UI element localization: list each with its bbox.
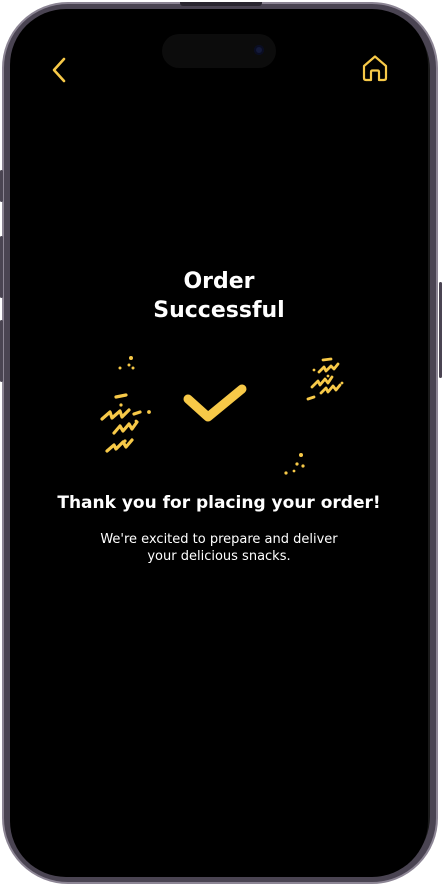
chevron-left-icon	[52, 57, 66, 83]
checkmark-icon	[183, 384, 247, 422]
home-button[interactable]	[360, 53, 390, 83]
confetti-right-icon	[306, 357, 344, 401]
success-checkmark-illustration	[100, 356, 344, 475]
title-line-2: Successful	[153, 298, 285, 323]
camera-icon	[254, 45, 264, 55]
confetti-top-icon	[118, 356, 135, 370]
volume-down-button	[0, 320, 3, 382]
back-button[interactable]	[47, 55, 71, 85]
delivery-message: We're excited to prepare and deliver you…	[10, 531, 428, 565]
thank-you-message: Thank you for placing your order!	[57, 493, 381, 513]
app-screen: Order Successful Thank you for placing y…	[10, 9, 428, 877]
action-button	[0, 170, 3, 202]
home-icon	[362, 55, 388, 82]
confetti-bottom-icon	[284, 453, 305, 475]
volume-up-button	[0, 236, 3, 298]
title-line-1: Order	[183, 269, 255, 294]
confetti-left-icon	[100, 393, 151, 453]
dynamic-island	[162, 34, 276, 68]
delivery-message-line-1: We're excited to prepare and deliver	[100, 532, 338, 547]
page-title: Order Successful	[10, 267, 428, 325]
delivery-message-line-2: your delicious snacks.	[147, 549, 291, 564]
phone-top-speaker	[180, 2, 262, 6]
